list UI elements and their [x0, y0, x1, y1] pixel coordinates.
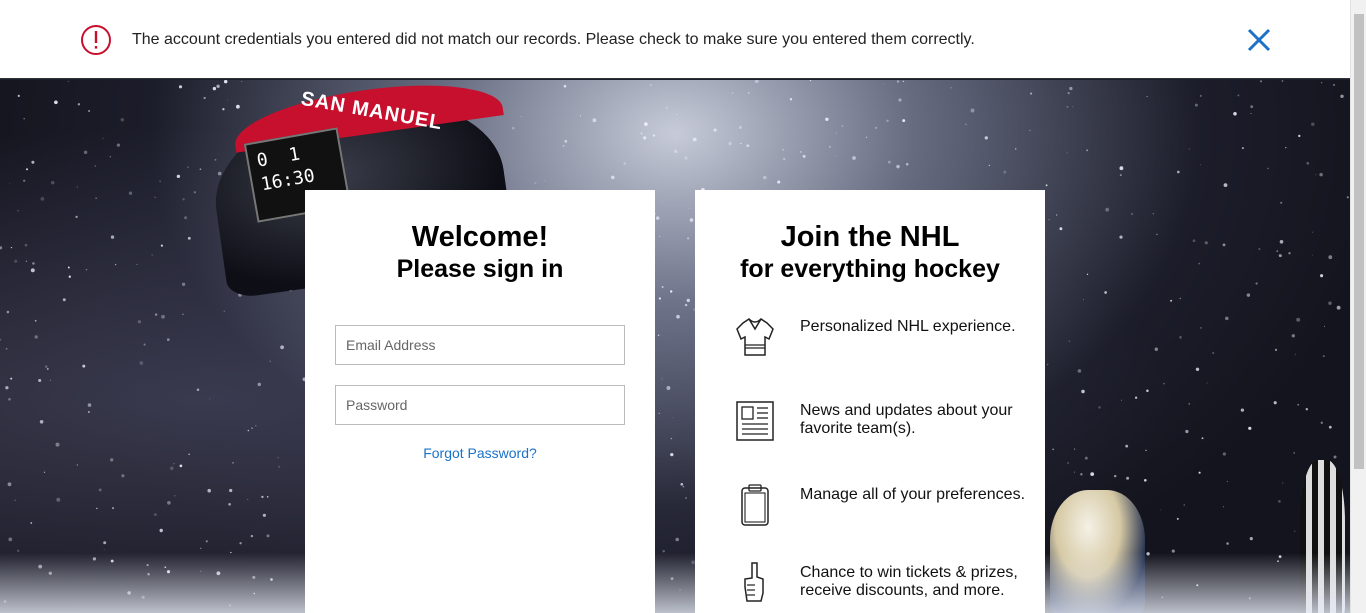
error-notification-bar: The account credentials you entered did …	[0, 0, 1350, 79]
snow-particles	[0, 80, 1349, 613]
ice-surface	[0, 553, 1350, 613]
foam-finger-icon	[744, 562, 764, 602]
arena-background-image: SAN MANUEL 0 1 16:30	[0, 80, 1350, 613]
page-scrollbar[interactable]	[1350, 0, 1366, 613]
join-title-line1: Join the NHL	[780, 221, 960, 253]
scrollbar-thumb[interactable]	[1354, 14, 1364, 469]
newspaper-icon	[736, 401, 774, 441]
signin-title-line2: Please sign in	[396, 255, 564, 283]
error-message: The account credentials you entered did …	[132, 31, 975, 48]
benefit-text: News and updates about your favorite tea…	[800, 402, 1013, 437]
clipboard-icon	[741, 484, 769, 526]
signin-title-line1: Welcome!	[411, 221, 549, 253]
signin-card: Welcome! Please sign in Forgot Password?	[305, 190, 655, 613]
benefit-item: Chance to win tickets & prizes, receive …	[735, 561, 1025, 605]
benefit-text: Personalized NHL experience.	[800, 318, 1016, 335]
signin-title: Welcome! Please sign in	[305, 220, 655, 284]
error-alert-icon	[81, 25, 111, 55]
benefit-text: Chance to win tickets & prizes, receive …	[800, 564, 1018, 599]
benefit-item: News and updates about your favorite tea…	[735, 399, 1025, 443]
benefit-item: Manage all of your preferences.	[735, 483, 1025, 527]
score-left: 0	[255, 149, 270, 172]
email-field[interactable]	[335, 325, 625, 365]
join-title-line2: for everything hockey	[740, 255, 1000, 283]
password-field[interactable]	[335, 385, 625, 425]
jersey-icon	[736, 318, 774, 356]
benefit-text: Manage all of your preferences.	[800, 486, 1026, 503]
forgot-password-link[interactable]: Forgot Password?	[305, 445, 655, 461]
close-icon[interactable]	[1244, 25, 1274, 55]
score-right: 1	[287, 143, 302, 167]
join-card: Join the NHL for everything hockey Perso…	[695, 190, 1045, 613]
join-title: Join the NHL for everything hockey	[695, 220, 1045, 284]
benefit-item: Personalized NHL experience.	[735, 315, 1025, 359]
